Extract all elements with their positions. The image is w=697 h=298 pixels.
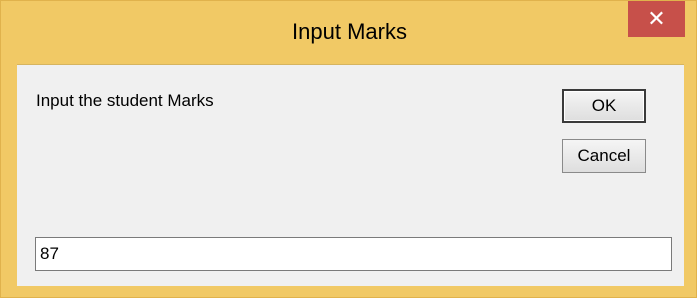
ok-button[interactable]: OK — [562, 89, 646, 123]
window-title: Input Marks — [292, 19, 407, 44]
dialog-body: Input the student Marks OK Cancel — [17, 64, 684, 286]
close-button[interactable]: ✕ — [628, 1, 685, 37]
prompt-label: Input the student Marks — [36, 91, 214, 110]
marks-input[interactable] — [35, 237, 672, 271]
input-marks-dialog: Input Marks ✕ Input the student Marks OK… — [0, 0, 697, 298]
title-bar[interactable]: Input Marks ✕ — [1, 1, 697, 61]
close-icon: ✕ — [647, 6, 666, 32]
cancel-button[interactable]: Cancel — [562, 139, 646, 173]
